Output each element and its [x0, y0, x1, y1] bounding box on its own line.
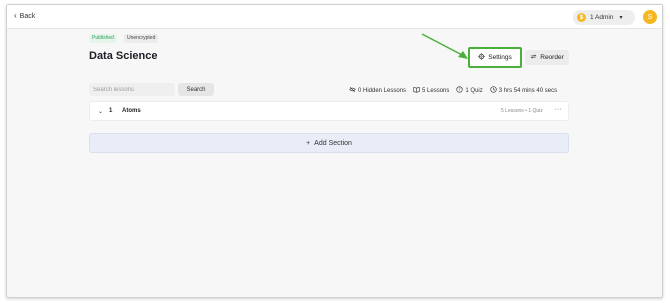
chevron-down-icon[interactable]: ⌄	[98, 108, 103, 115]
back-button[interactable]: ‹ Back	[14, 12, 35, 20]
avatar[interactable]: S	[643, 10, 657, 24]
encryption-badge: Unencrypted	[124, 34, 159, 43]
quiz-stat: ? 1 Quiz	[456, 86, 483, 95]
search-button[interactable]: Search	[178, 83, 214, 96]
chevron-left-icon: ‹	[14, 11, 17, 20]
page-title: Data Science	[89, 50, 158, 62]
book-icon	[413, 86, 420, 95]
search-input[interactable]	[89, 83, 175, 96]
lessons-label: 5 Lessons	[422, 87, 450, 94]
hidden-lessons-label: 0 Hidden Lessons	[358, 87, 407, 94]
section-number: 1	[109, 108, 113, 114]
settings-label: Settings	[488, 54, 512, 61]
duration-stat: 3 hrs 54 mins 40 secs	[490, 86, 557, 95]
gear-icon	[478, 53, 486, 62]
chevron-down-icon: ▾	[619, 15, 623, 21]
reorder-button[interactable]: Reorder	[525, 50, 569, 65]
question-icon: ?	[456, 86, 464, 95]
settings-button[interactable]: Settings	[468, 47, 522, 68]
duration-label: 3 hrs 54 mins 40 secs	[498, 87, 558, 94]
add-section-label: Add Section	[314, 139, 352, 147]
eye-off-icon	[349, 86, 356, 95]
section-name: Atoms	[122, 108, 141, 114]
back-label: Back	[19, 12, 36, 20]
more-options-icon[interactable]: ···	[554, 106, 563, 113]
course-stats: 0 Hidden Lessons 5 Lessons ? 1 Quiz 3 hr…	[349, 86, 557, 95]
section-meta: 5 Lessons • 1 Quiz	[501, 108, 543, 114]
hidden-lessons-stat: 0 Hidden Lessons	[349, 86, 406, 95]
coin-icon: $	[577, 13, 586, 22]
add-section-button[interactable]: + Add Section	[89, 133, 569, 153]
reorder-label: Reorder	[540, 54, 564, 61]
section-row[interactable]: ⌄ 1 Atoms 5 Lessons • 1 Quiz ···	[89, 101, 569, 121]
plus-icon: +	[306, 139, 311, 147]
lessons-stat: 5 Lessons	[413, 86, 449, 95]
status-badge: Published	[89, 34, 117, 43]
admin-label: 1 Admin	[590, 14, 614, 21]
quiz-label: 1 Quiz	[465, 87, 483, 94]
clock-icon	[490, 86, 497, 95]
admin-dropdown[interactable]: $ 1 Admin ▾	[573, 10, 635, 25]
top-bar: ‹ Back $ 1 Admin ▾ S	[7, 5, 662, 29]
svg-text:?: ?	[459, 87, 461, 92]
reorder-icon	[530, 53, 537, 62]
annotation-arrow	[421, 33, 468, 59]
